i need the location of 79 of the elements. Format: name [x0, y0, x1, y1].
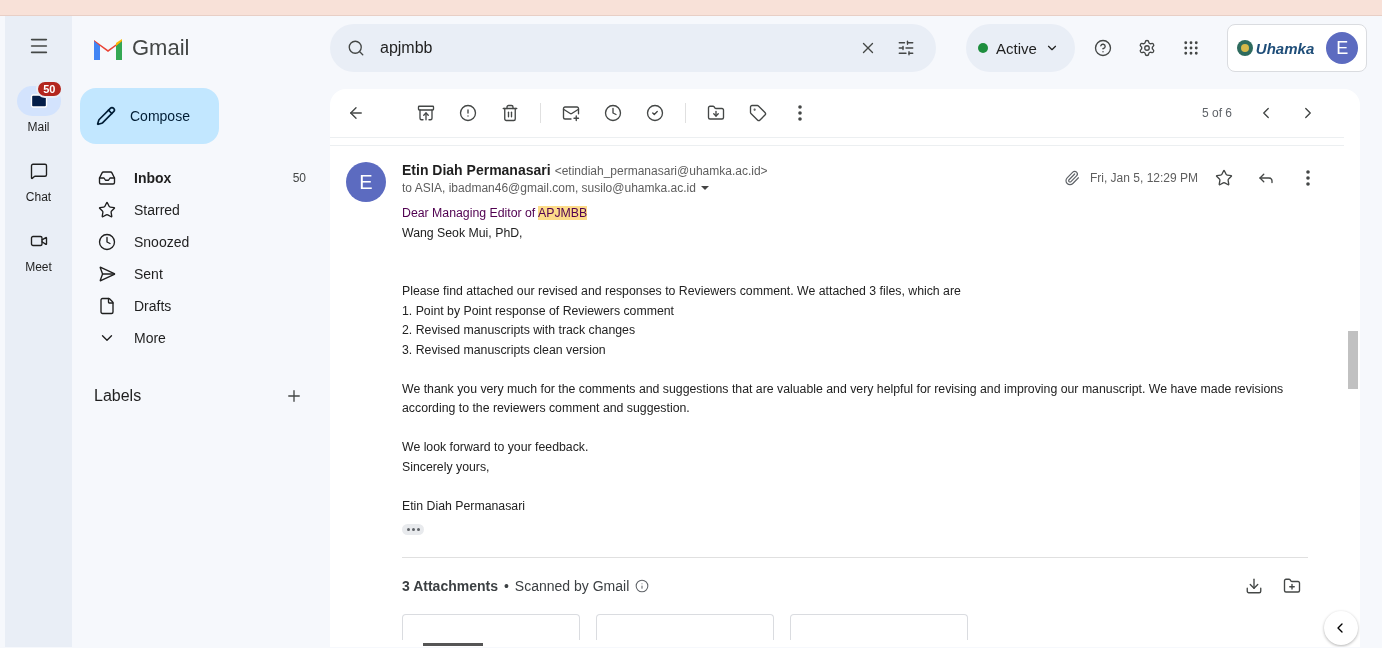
nav-item[interactable]: More	[72, 322, 330, 354]
dropdown-caret-icon[interactable]	[699, 185, 710, 191]
document-preview-icon	[423, 643, 483, 647]
message-date: Fri, Jan 5, 12:29 PM	[1089, 171, 1198, 185]
archive-icon	[417, 104, 435, 122]
sliders-icon	[897, 39, 915, 57]
org-logo: Uhamka	[1235, 39, 1315, 57]
check-circle-icon	[646, 104, 664, 122]
paperclip-icon	[1063, 170, 1080, 186]
sender-avatar[interactable]: E	[346, 162, 386, 202]
rail-label: Mail	[27, 120, 50, 134]
salutation-line: Dear Managing Editor of APJMBB	[402, 205, 589, 222]
attachment-thumbnail[interactable]	[790, 614, 968, 640]
more-icon	[798, 105, 802, 121]
sender-name: Etin Diah Permanasari	[402, 162, 551, 178]
app-name: Gmail	[132, 35, 190, 61]
chat-icon	[29, 162, 48, 180]
plus-icon	[285, 387, 303, 405]
download-icon	[1245, 577, 1263, 595]
account-avatar[interactable]: E	[1326, 32, 1359, 64]
body-text: We thank you very much for the comments and suggestions that are valuable and very helpful for revising and improving our manuscript. We have made revisions according to the reviewers comment and suggestion.	[402, 380, 1285, 417]
scan-note: Scanned by Gmail	[514, 578, 630, 594]
rail-item[interactable]: Chat	[10, 148, 67, 204]
pager-text: 5 of 6	[1201, 106, 1232, 120]
unread-badge: 50	[36, 80, 63, 98]
pencil-icon	[96, 106, 116, 126]
body-text: 1. Point by Point response of Reviewers comment	[402, 302, 676, 320]
search-bar[interactable]: apjmbb	[330, 24, 936, 72]
trash-icon	[501, 104, 519, 122]
nav-item[interactable]: Drafts	[72, 290, 330, 322]
alert-icon	[459, 104, 477, 122]
search-field[interactable]: apjmbb	[378, 38, 846, 58]
collapse-panel-button[interactable]	[1324, 611, 1358, 645]
folder-icon	[707, 104, 725, 122]
attachment-thumbnail[interactable]	[596, 614, 774, 640]
body-text: Etin Diah Permanasari	[402, 497, 527, 515]
grid-dots-icon	[1181, 39, 1200, 57]
gmail-logo	[92, 36, 124, 60]
rail-item[interactable]: 50 Mail	[10, 78, 67, 134]
body-text: Wang Seok Mui, PhD,	[402, 224, 524, 242]
nav-item[interactable]: Inbox 50	[72, 162, 330, 194]
send-icon	[98, 265, 116, 283]
show-trimmed-button[interactable]	[402, 524, 424, 535]
scrollbar[interactable]	[1348, 331, 1358, 389]
status-dot	[978, 43, 988, 53]
account-switcher[interactable]: Uhamka E	[1226, 24, 1368, 72]
rail-label: Chat	[25, 190, 52, 204]
body-text: 3. Revised manuscripts clean version	[402, 341, 607, 359]
attachments-heading: 3 Attachments	[402, 578, 498, 594]
more-icon	[1306, 170, 1310, 186]
folder-plus-icon	[1283, 577, 1301, 595]
mail-icon	[29, 92, 48, 110]
compose-button[interactable]: Compose	[80, 88, 219, 144]
tag-icon	[749, 104, 767, 122]
sender-email: <etindiah_permanasari@uhamka.ac.id>	[554, 164, 768, 178]
settings-icon	[1137, 39, 1156, 57]
search-icon	[347, 39, 365, 57]
nav-item[interactable]: Snoozed	[72, 226, 330, 258]
star-icon	[1215, 169, 1233, 187]
help-icon	[1093, 39, 1112, 57]
rail-item[interactable]: Meet	[10, 218, 67, 274]
clock-icon	[604, 104, 622, 122]
file-icon	[98, 297, 116, 315]
body-text: Please find attached our revised and responses to Reviewers comment. We attached 3 files, which are	[402, 283, 962, 300]
bullet-separator: •	[503, 578, 509, 594]
nav-item[interactable]: Starred	[72, 194, 330, 226]
status-button[interactable]: Active	[966, 24, 1075, 72]
inbox-icon	[98, 169, 116, 187]
recipients-text: to ASIA, ibadman46@gmail.com, susilo@uhamka.ac.id	[402, 181, 696, 195]
body-text: We look forward to your feedback.	[402, 439, 590, 456]
rail-label: Meet	[25, 260, 52, 274]
star-icon	[98, 201, 116, 219]
labels-heading: Labels	[94, 387, 142, 405]
body-text: Sincerely yours,	[402, 458, 491, 476]
info-icon	[635, 579, 650, 593]
envelope-icon	[562, 104, 580, 122]
body-text: 2. Revised manuscripts with track changes	[402, 322, 637, 339]
clock-icon	[98, 233, 116, 251]
nav-item[interactable]: Sent	[72, 258, 330, 290]
